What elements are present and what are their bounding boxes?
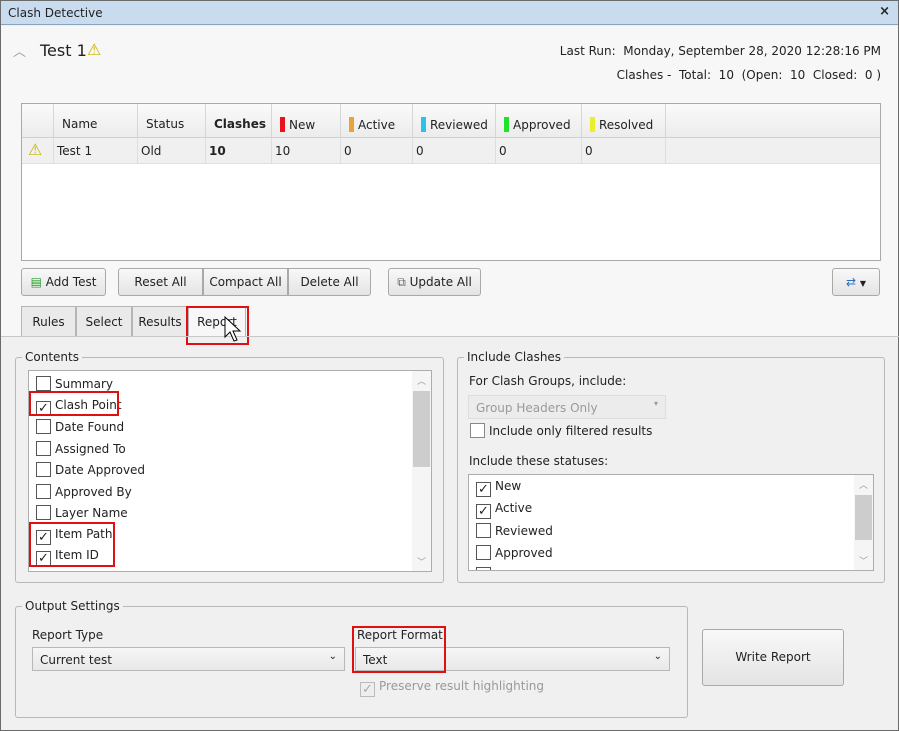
table-header: Name Status Clashes New Active Reviewed … xyxy=(22,104,880,138)
reset-all-button[interactable]: Reset All xyxy=(118,268,203,296)
report-type-dropdown[interactable]: Current test ⌄ xyxy=(32,647,345,671)
cell-status[interactable]: Old xyxy=(138,138,206,164)
col-reviewed[interactable]: Reviewed xyxy=(413,104,496,138)
title-bar: Clash Detective × xyxy=(1,1,898,25)
export-button[interactable]: ⇄ ▼ xyxy=(832,268,880,296)
delete-all-button[interactable]: Delete All xyxy=(288,268,371,296)
cell-active: 0 xyxy=(341,138,413,164)
tab-results[interactable]: Results xyxy=(132,306,188,336)
test-title: Test 1 xyxy=(40,41,87,60)
filtered-results-checkbox[interactable]: Include only filtered results xyxy=(470,423,652,438)
output-settings-title: Output Settings xyxy=(22,599,123,613)
checkbox[interactable] xyxy=(36,505,51,520)
preserve-highlighting-checkbox[interactable]: ✓ Preserve result highlighting xyxy=(360,679,544,697)
statuses-label: Include these statuses: xyxy=(469,454,609,468)
status-partial xyxy=(476,567,495,570)
last-run-value: Monday, September 28, 2020 12:28:16 PM xyxy=(623,44,881,58)
update-all-button[interactable]: ⧉ Update All xyxy=(388,268,481,296)
cell-approved: 0 xyxy=(496,138,582,164)
highlight-box xyxy=(29,391,119,416)
mouse-cursor-icon xyxy=(224,315,242,342)
checkbox[interactable] xyxy=(36,484,51,499)
col-resolved[interactable]: Resolved xyxy=(582,104,666,138)
statuses-list: ✓ New ✓ Active Reviewed Approved ︿ ﹀ xyxy=(468,474,874,571)
col-clashes[interactable]: Clashes xyxy=(206,104,272,138)
divider xyxy=(1,336,899,337)
clash-groups-dropdown[interactable]: Group Headers Only ▾ xyxy=(468,395,666,419)
scrollbar[interactable]: ︿ ﹀ xyxy=(854,475,873,570)
checkbox[interactable] xyxy=(36,441,51,456)
chevron-down-icon: ▾ xyxy=(653,399,658,408)
cell-new: 10 xyxy=(272,138,341,164)
cell-resolved: 0 xyxy=(582,138,666,164)
groups-label: For Clash Groups, include: xyxy=(469,374,627,388)
col-new[interactable]: New xyxy=(272,104,341,138)
warning-icon: ⚠ xyxy=(87,40,102,59)
cell-clashes: 10 xyxy=(206,138,272,164)
approved-swatch xyxy=(504,117,509,132)
clash-detective-window: Clash Detective × ︿ Test 1 ⚠ Last Run: M… xyxy=(0,0,899,731)
content-approved-by[interactable]: Approved By xyxy=(36,484,132,504)
col-approved[interactable]: Approved xyxy=(496,104,582,138)
collapse-chevron-icon[interactable]: ︿ xyxy=(13,41,26,60)
resolved-swatch xyxy=(590,117,595,132)
clash-summary: Clashes - Total: 10 (Open: 10 Closed: 0 … xyxy=(616,68,881,82)
col-active[interactable]: Active xyxy=(341,104,413,138)
contents-title: Contents xyxy=(22,350,82,364)
export-icon: ⇄ xyxy=(845,275,857,289)
add-test-icon: ▤ xyxy=(30,275,42,289)
status-active[interactable]: ✓ Active xyxy=(476,501,532,521)
scrollbar[interactable]: ︿ ﹀ xyxy=(412,371,431,571)
last-run: Last Run: Monday, September 28, 2020 12:… xyxy=(560,44,881,58)
update-icon: ⧉ xyxy=(397,275,406,289)
new-swatch xyxy=(280,117,285,132)
tab-rules[interactable]: Rules xyxy=(21,306,76,336)
active-swatch xyxy=(349,117,354,132)
include-clashes-title: Include Clashes xyxy=(464,350,565,364)
cell-reviewed: 0 xyxy=(413,138,496,164)
tab-select[interactable]: Select xyxy=(76,306,132,336)
write-report-button[interactable]: Write Report xyxy=(702,629,844,686)
status-new[interactable]: ✓ New xyxy=(476,479,521,499)
chevron-down-icon: ⌄ xyxy=(653,651,662,662)
col-status[interactable]: Status xyxy=(138,104,206,138)
col-name[interactable]: Name xyxy=(54,104,138,138)
checkbox[interactable] xyxy=(36,462,51,477)
close-icon[interactable]: × xyxy=(879,4,890,19)
table-row[interactable]: ⚠ Test 1 Old 10 10 0 0 0 0 xyxy=(22,138,880,164)
highlight-box xyxy=(352,626,446,673)
reviewed-swatch xyxy=(421,117,426,132)
content-date-approved[interactable]: Date Approved xyxy=(36,462,145,482)
tests-table: Name Status Clashes New Active Reviewed … xyxy=(21,103,881,261)
include-clashes-group: Include Clashes For Clash Groups, includ… xyxy=(457,350,885,583)
checkbox[interactable] xyxy=(36,376,51,391)
dropdown-arrow-icon: ▼ xyxy=(859,279,867,288)
add-test-button[interactable]: ▤ Add Test xyxy=(21,268,106,296)
warning-icon: ⚠ xyxy=(22,138,54,164)
checkbox[interactable] xyxy=(36,419,51,434)
highlight-box xyxy=(29,522,115,567)
window-title: Clash Detective xyxy=(8,6,103,20)
status-approved[interactable]: Approved xyxy=(476,545,553,565)
compact-all-button[interactable]: Compact All xyxy=(203,268,288,296)
col-icon xyxy=(22,104,54,138)
report-type-label: Report Type xyxy=(32,628,104,642)
chevron-down-icon: ⌄ xyxy=(328,651,337,662)
content-date-found[interactable]: Date Found xyxy=(36,419,124,439)
cell-name: Test 1 xyxy=(54,138,138,164)
last-run-label: Last Run: xyxy=(559,44,616,58)
status-reviewed[interactable]: Reviewed xyxy=(476,523,553,543)
content-assigned-to[interactable]: Assigned To xyxy=(36,441,126,461)
